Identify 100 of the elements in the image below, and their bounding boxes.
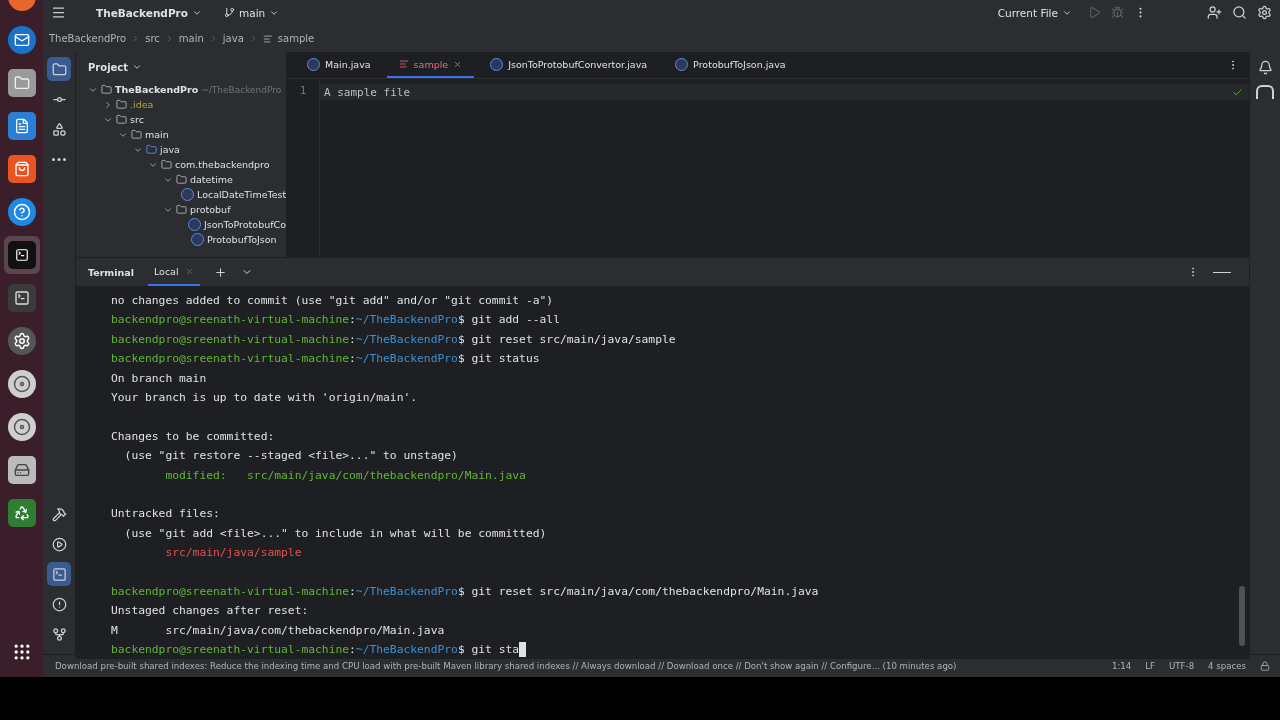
tree-item[interactable]: ProtobufToJson xyxy=(76,232,286,247)
tree-item[interactable]: JsonToProtobufCo xyxy=(76,217,286,232)
chevron-down-icon[interactable] xyxy=(132,62,143,72)
add-icon[interactable] xyxy=(213,265,227,279)
breadcrumb[interactable]: main xyxy=(178,33,204,44)
editor-tab[interactable]: JsonToProtobufConvertor.java xyxy=(478,52,660,78)
folder-icon xyxy=(116,114,127,125)
folder-tool-button[interactable] xyxy=(47,57,71,81)
tree-label: src xyxy=(130,114,144,125)
tree-item[interactable]: java xyxy=(76,142,286,157)
tree-item[interactable]: main xyxy=(76,127,286,142)
panel-title[interactable]: Project xyxy=(88,61,129,73)
folder-icon xyxy=(131,129,142,140)
run-config-selector[interactable]: Current File xyxy=(991,6,1078,19)
tree-item[interactable]: src xyxy=(76,112,286,127)
class-icon xyxy=(675,57,689,71)
tree-label: TheBackendPro xyxy=(115,84,199,95)
alert-icon xyxy=(51,596,67,612)
play-circle-icon xyxy=(51,536,67,552)
search-icon[interactable] xyxy=(1232,5,1247,20)
class-icon xyxy=(181,188,194,201)
class-icon xyxy=(191,233,204,246)
breadcrumb[interactable]: src xyxy=(145,33,160,44)
branch-selector[interactable]: main xyxy=(218,6,286,19)
editor-tab[interactable]: Main.java xyxy=(295,52,383,78)
class-icon xyxy=(187,218,201,231)
tree-item[interactable]: .idea xyxy=(76,97,286,112)
terminal-line: Unstaged changes after reset: xyxy=(111,603,310,620)
class-icon xyxy=(490,57,504,71)
tree-item[interactable]: com.thebackendpro xyxy=(76,157,286,172)
more-icon xyxy=(52,157,66,161)
terminal-line: On branch main xyxy=(111,370,208,387)
tree-item[interactable]: TheBackendPro ~/TheBackendPro xyxy=(76,82,286,97)
tree-item[interactable]: protobuf xyxy=(76,202,286,217)
status-item[interactable]: 1:14 xyxy=(1112,661,1132,671)
tree-label: datetime xyxy=(190,174,233,185)
breadcrumb[interactable]: sample xyxy=(277,33,315,44)
package-icon xyxy=(176,204,187,215)
terminal-line: Untracked files: xyxy=(111,506,221,523)
menu-icon[interactable] xyxy=(51,5,66,20)
check-icon xyxy=(1232,86,1243,98)
editor-tab[interactable]: sample xyxy=(386,52,475,78)
terminal-line: modified: src/main/java/com/thebackendpro/Main.java xyxy=(164,467,527,484)
terminal-line: backendpro@sreenath-virtual-machine:~/TheBackendPro$ git reset src/main/java/com/thebackendpro/Main.java xyxy=(111,583,820,600)
terminal-line: no changes added to commit (use "git add" and/or "git commit -a") xyxy=(111,293,555,309)
tree-label: protobuf xyxy=(190,204,231,215)
tree-label: com.thebackendpro xyxy=(175,159,270,170)
folder-icon xyxy=(146,144,157,155)
tree-label: ProtobufToJson xyxy=(207,234,277,245)
terminal-icon xyxy=(51,566,67,582)
hammer-icon xyxy=(51,506,67,522)
terminal-line: backendpro@sreenath-virtual-machine:~/TheBackendPro$ git sta xyxy=(111,640,1249,660)
branch-icon xyxy=(51,626,67,642)
minimize-icon[interactable] xyxy=(1213,271,1231,273)
line-number: 1 xyxy=(298,84,308,99)
lock-icon[interactable] xyxy=(1260,661,1270,671)
status-message[interactable]: Download pre-built shared indexes: Reduce the indexing time and CPU load with pre-built Maven library shared indexes // Always download // Download once // Don't show again // Configure... (10 minutes ago) xyxy=(55,661,957,671)
terminal-line: (use "git add <file>..." to include in what will be committed) xyxy=(123,525,548,542)
bell-icon[interactable] xyxy=(1257,60,1273,75)
scrollbar[interactable] xyxy=(1239,586,1245,646)
tree-label: LocalDateTimeTest xyxy=(197,189,286,200)
text-file-icon xyxy=(262,33,273,44)
shapes-icon xyxy=(51,121,67,137)
terminal-line: M src/main/java/com/thebackendpro/Main.java xyxy=(111,622,446,639)
project-selector[interactable]: TheBackendPro xyxy=(90,6,208,19)
tree-label: main xyxy=(145,129,169,140)
add-user-icon[interactable] xyxy=(1207,5,1222,20)
status-item[interactable]: 4 spaces xyxy=(1208,661,1246,671)
tree-label: JsonToProtobufCo xyxy=(203,219,286,230)
terminal-line: (use "git restore --staged <file>..." to unstage) xyxy=(123,448,459,465)
class-icon xyxy=(307,57,320,71)
folder-icon xyxy=(101,84,112,95)
terminal-line: backendpro@sreenath-virtual-machine:~/TheBackendPro$ git add --all xyxy=(111,312,561,329)
terminal-line: Your branch is up to date with 'origin/main'. xyxy=(111,389,419,406)
tree-item[interactable]: LocalDateTimeTest xyxy=(76,187,286,202)
folder-icon xyxy=(116,99,127,110)
terminal-line: backendpro@sreenath-virtual-machine:~/TheBackendPro$ git status xyxy=(111,351,541,368)
status-item[interactable]: LF xyxy=(1145,661,1156,671)
breadcrumb[interactable]: TheBackendPro xyxy=(49,33,127,44)
breadcrumb[interactable]: java xyxy=(222,33,244,44)
text-file-icon xyxy=(398,59,409,69)
terminal-tool-button[interactable] xyxy=(47,562,71,586)
tree-label: java xyxy=(160,144,180,155)
tree-item[interactable]: datetime xyxy=(76,172,286,187)
chevron-right-icon[interactable] xyxy=(103,99,113,110)
folder-icon xyxy=(51,61,67,77)
close-icon[interactable] xyxy=(453,59,463,69)
terminal-line: Changes to be committed: xyxy=(111,428,276,445)
terminal-line: src/main/java/sample xyxy=(164,545,303,562)
path-hint: ~/TheBackendPro xyxy=(201,84,282,95)
status-item[interactable]: UTF-8 xyxy=(1169,661,1195,671)
package-icon xyxy=(161,159,172,170)
editor-tab[interactable]: ProtobufToJson.java xyxy=(663,52,798,78)
terminal-line: backendpro@sreenath-virtual-machine:~/TheBackendPro$ git reset src/main/java/sample xyxy=(111,331,677,348)
branch-icon xyxy=(224,7,235,18)
package-icon xyxy=(176,174,187,185)
panel-title: Terminal xyxy=(88,266,134,278)
settings-icon[interactable] xyxy=(1257,5,1272,20)
tree-label: .idea xyxy=(130,99,154,110)
code-text: A sample file xyxy=(324,85,411,99)
